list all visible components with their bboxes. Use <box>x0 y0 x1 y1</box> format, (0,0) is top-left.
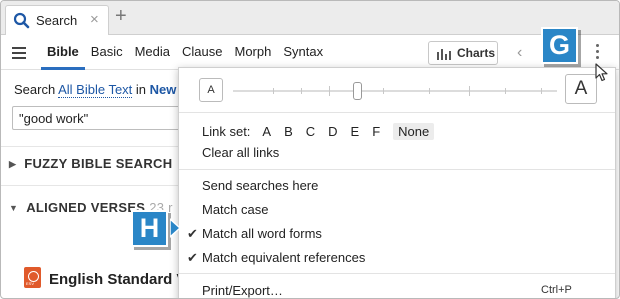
esv-logo-icon <box>24 267 41 288</box>
link-set-a[interactable]: A <box>262 124 271 139</box>
close-icon[interactable]: × <box>90 11 99 28</box>
app-window: Search × + Bible Basic Media Clause Morp… <box>0 0 620 299</box>
tab-basic[interactable]: Basic <box>85 36 129 70</box>
link-set-f[interactable]: F <box>372 124 380 139</box>
callout-h-pointer <box>170 217 182 239</box>
search-scope-connector: in <box>135 82 147 97</box>
font-size-larger-button[interactable]: A <box>565 74 597 104</box>
font-size-slider[interactable] <box>233 82 557 100</box>
link-set-label: Link set: <box>202 124 251 139</box>
search-type-tabs: Bible Basic Media Clause Morph Syntax <box>41 36 329 70</box>
slider-thumb[interactable] <box>353 82 362 100</box>
tab-syntax[interactable]: Syntax <box>277 36 329 70</box>
callout-g: G <box>541 27 578 64</box>
charts-button[interactable]: Charts <box>428 41 498 65</box>
search-toolbar: Bible Basic Media Clause Morph Syntax Ch… <box>1 36 619 70</box>
tab-title: Search <box>36 13 78 28</box>
menu-divider <box>179 273 615 274</box>
tab-bible[interactable]: Bible <box>41 36 85 70</box>
menu-divider <box>179 169 615 170</box>
tab-search[interactable]: Search × <box>5 5 109 35</box>
search-scope-prefix: Search <box>14 82 56 97</box>
search-scope-line: Search All Bible Text in New <box>14 82 177 98</box>
plus-icon[interactable]: + <box>115 6 127 26</box>
section-fuzzy-label: FUZZY BIBLE SEARCH <box>24 156 173 171</box>
link-set-d[interactable]: D <box>328 124 337 139</box>
divider <box>1 146 181 147</box>
charts-label: Charts <box>457 46 496 60</box>
print-export-item[interactable]: Print/Export… <box>202 283 283 298</box>
send-searches-here-item[interactable]: Send searches here <box>202 178 318 193</box>
bar-chart-icon <box>437 49 451 60</box>
clear-all-links-item[interactable]: Clear all links <box>202 145 279 160</box>
more-vertical-icon[interactable] <box>595 44 601 62</box>
callout-h: H <box>131 210 168 247</box>
chevron-left-icon[interactable]: ‹ <box>517 44 522 62</box>
match-equivalent-references-item[interactable]: Match equivalent references <box>202 250 365 265</box>
link-set-e[interactable]: E <box>351 124 360 139</box>
slider-track <box>233 90 557 92</box>
tab-clause[interactable]: Clause <box>176 36 228 70</box>
scope-link[interactable]: All Bible Text <box>58 82 133 98</box>
resource-link[interactable]: New <box>150 82 177 97</box>
tab-morph[interactable]: Morph <box>228 36 277 70</box>
hamburger-icon[interactable] <box>12 47 26 59</box>
checkmark-icon: ✔ <box>187 250 198 265</box>
section-aligned-label: ALIGNED VERSES <box>26 200 146 215</box>
tab-media[interactable]: Media <box>129 36 176 70</box>
triangle-right-icon: ▶ <box>9 159 17 169</box>
divider <box>1 185 181 186</box>
search-icon <box>13 12 30 29</box>
match-all-word-forms-item[interactable]: Match all word forms <box>202 226 322 241</box>
search-input[interactable] <box>12 106 184 130</box>
mouse-pointer-icon <box>595 63 608 82</box>
section-fuzzy-search[interactable]: ▶ FUZZY BIBLE SEARCH <box>9 156 172 171</box>
match-case-item[interactable]: Match case <box>202 202 268 217</box>
checkmark-icon: ✔ <box>187 226 198 241</box>
link-set-row: Link set: A B C D E F None <box>202 123 435 140</box>
link-set-b[interactable]: B <box>284 124 293 139</box>
link-set-none[interactable]: None <box>393 123 435 140</box>
menu-divider <box>179 112 615 113</box>
print-shortcut: Ctrl+P <box>541 284 572 296</box>
link-set-c[interactable]: C <box>306 124 315 139</box>
resource-title[interactable]: English Standard V <box>49 271 187 288</box>
triangle-down-icon: ▼ <box>9 203 19 213</box>
panel-menu: A A Link set: A B C D E F None Clear all… <box>178 67 616 298</box>
font-size-smaller-button[interactable]: A <box>199 78 223 102</box>
tab-strip: Search × + <box>1 1 619 35</box>
